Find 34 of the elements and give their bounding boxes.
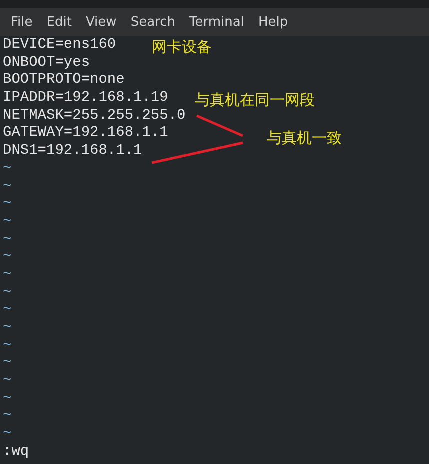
empty-line-marker: ~ [2, 408, 12, 426]
empty-line-marker: ~ [2, 373, 12, 391]
empty-line-marker: ~ [2, 302, 12, 320]
empty-line-marker: ~ [2, 266, 12, 285]
empty-line-marker: ~ [2, 196, 12, 214]
menu-item[interactable]: File [4, 14, 40, 30]
config-line: GATEWAY=192.168.1.1 [2, 125, 168, 144]
menu-item[interactable]: Search [124, 14, 182, 30]
menu-item[interactable]: Edit [40, 14, 79, 30]
empty-line-marker: ~ [2, 160, 12, 178]
annotation-text: 与真机在同一网段 [195, 91, 315, 110]
menu-item[interactable]: View [78, 14, 124, 30]
config-line: IPADDR=192.168.1.19 [2, 90, 168, 108]
empty-line-marker: ~ [2, 178, 12, 196]
empty-line-marker: ~ [2, 320, 12, 338]
empty-line-marker: ~ [2, 214, 12, 232]
empty-line-marker: ~ [2, 284, 12, 302]
config-line: BOOTPROTO=none [2, 72, 125, 90]
empty-line-marker: ~ [2, 426, 12, 444]
empty-line-marker: ~ [2, 232, 12, 250]
empty-line-marker: ~ [2, 355, 12, 374]
config-line: ONBOOT=yes [2, 54, 90, 72]
command-line: :wq [2, 444, 30, 462]
config-line: DNS1=192.168.1.1 [2, 143, 142, 161]
empty-line-marker: ~ [2, 390, 12, 408]
annotation-text: 与真机一致 [267, 129, 342, 148]
config-line: NETMASK=255.255.255.0 [2, 108, 186, 126]
annotation-text: 网卡设备 [152, 38, 212, 57]
config-line: DEVICE=ens160 [2, 37, 116, 55]
annotation-line [196, 114, 244, 138]
menu-item[interactable]: Terminal [182, 14, 252, 30]
menu-item[interactable]: Help [251, 14, 296, 30]
empty-line-marker: ~ [2, 249, 12, 267]
empty-line-marker: ~ [2, 338, 12, 356]
